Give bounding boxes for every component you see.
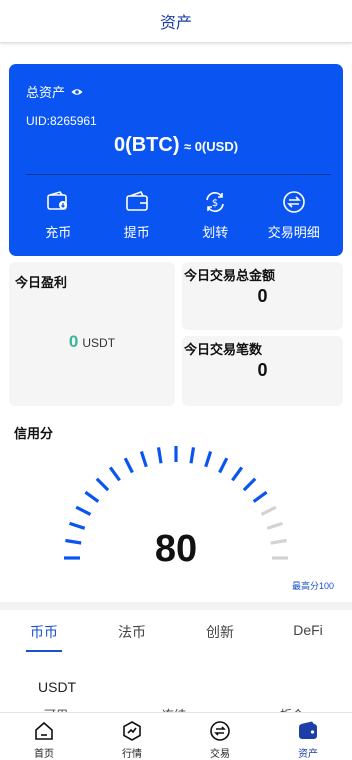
user-uid: UID:8265961 xyxy=(26,114,97,128)
today-profit-unit: USDT xyxy=(82,336,116,350)
market-icon xyxy=(123,721,141,741)
gauge-tick xyxy=(84,490,100,503)
today-trade-amount-title: 今日交易总金额 xyxy=(184,268,276,283)
top-header: 资产 xyxy=(0,0,352,43)
today-trade-count-card: 今日交易笔数 0 xyxy=(182,336,343,406)
gauge-tick xyxy=(231,466,244,482)
gauge-tick xyxy=(260,505,277,516)
today-profit-value-row: 0 USDT xyxy=(9,332,175,352)
gauge-tick xyxy=(139,451,148,468)
gauge-tick xyxy=(123,457,134,474)
gauge-tick xyxy=(108,466,121,482)
section-gap xyxy=(0,602,352,610)
trade-details-label: 交易明细 xyxy=(267,225,320,240)
transfer-label: 划转 xyxy=(202,225,229,240)
total-assets-card: 总资产 UID:8265961 0(BTC) ≈ 0(USD) 充币 提币 $ … xyxy=(9,64,343,256)
usd-value: ≈ 0(USD) xyxy=(183,139,239,154)
withdraw-button[interactable]: 提币 xyxy=(99,190,175,241)
card-divider xyxy=(26,174,331,175)
bottom-tab-trade-label: 交易 xyxy=(210,749,230,760)
today-trade-count-value: 0 xyxy=(257,360,268,380)
bottom-tab-market-label: 行情 xyxy=(122,749,142,760)
total-assets-label: 总资产 xyxy=(26,85,66,100)
deposit-icon xyxy=(47,191,68,210)
svg-text:$: $ xyxy=(212,198,218,209)
today-profit-card: 今日盈利 0 USDT xyxy=(9,262,175,406)
gauge-tick xyxy=(95,477,110,492)
trade-details-button[interactable]: 交易明细 xyxy=(256,190,332,241)
credit-max-score: 最高分100 xyxy=(291,581,334,591)
today-trade-amount-value: 0 xyxy=(257,286,268,306)
page-title: 资产 xyxy=(159,15,192,32)
tab-fiat-label: 法币 xyxy=(118,624,146,640)
deposit-label: 充币 xyxy=(45,225,72,240)
total-assets-label-row: 总资产 xyxy=(26,82,83,101)
tab-spot-label: 币币 xyxy=(30,624,58,640)
btc-value: 0(BTC) xyxy=(113,134,180,156)
total-assets-value: 0(BTC) ≈ 0(USD) xyxy=(9,134,343,157)
transfer-icon: $ xyxy=(206,192,225,212)
withdraw-label: 提币 xyxy=(123,225,150,240)
bottom-tab-home-label: 首页 xyxy=(34,749,54,760)
exchange-detail-icon xyxy=(282,191,305,213)
tab-spot[interactable]: 币币 xyxy=(0,622,88,652)
active-tab-indicator xyxy=(26,650,62,652)
gauge-tick xyxy=(75,505,92,516)
today-profit-value: 0 xyxy=(68,332,79,351)
bottom-tab-assets-label: 资产 xyxy=(298,749,318,760)
tab-defi-label: DeFi xyxy=(293,622,323,638)
gauge-tick xyxy=(189,447,196,464)
tab-fiat[interactable]: 法币 xyxy=(88,622,176,642)
asset-tabs: 币币 法币 创新 DeFi xyxy=(0,622,352,652)
gauge-tick xyxy=(218,457,229,474)
tab-innovation[interactable]: 创新 xyxy=(176,622,264,642)
trade-icon xyxy=(210,721,230,741)
deposit-button[interactable]: 充币 xyxy=(20,190,96,241)
gauge-tick xyxy=(242,477,257,492)
gauge-tick xyxy=(204,451,213,468)
gauge-tick xyxy=(252,490,268,503)
bottom-tab-assets[interactable]: 资产 xyxy=(264,713,352,760)
coin-name: USDT xyxy=(38,679,77,695)
today-trade-count-title: 今日交易笔数 xyxy=(184,342,263,357)
bottom-tab-market[interactable]: 行情 xyxy=(88,713,176,760)
bottom-tab-bar: 首页 行情 交易 资产 xyxy=(0,712,352,760)
transfer-button[interactable]: $ 划转 xyxy=(177,190,253,241)
tab-defi[interactable]: DeFi xyxy=(264,622,352,642)
asset-actions: 充币 提币 $ 划转 交易明细 xyxy=(19,190,333,241)
wallet-icon xyxy=(125,191,148,211)
tab-innovation-label: 创新 xyxy=(206,624,234,640)
eye-icon[interactable] xyxy=(71,88,83,96)
bottom-tab-trade[interactable]: 交易 xyxy=(176,713,264,760)
today-profit-title: 今日盈利 xyxy=(15,275,68,290)
gauge-tick xyxy=(156,447,163,464)
today-trade-amount-card: 今日交易总金额 0 xyxy=(182,262,343,330)
credit-score-value: 80 xyxy=(154,528,198,570)
bottom-tab-home[interactable]: 首页 xyxy=(0,713,88,760)
home-icon xyxy=(35,721,53,740)
assets-icon xyxy=(299,721,317,739)
